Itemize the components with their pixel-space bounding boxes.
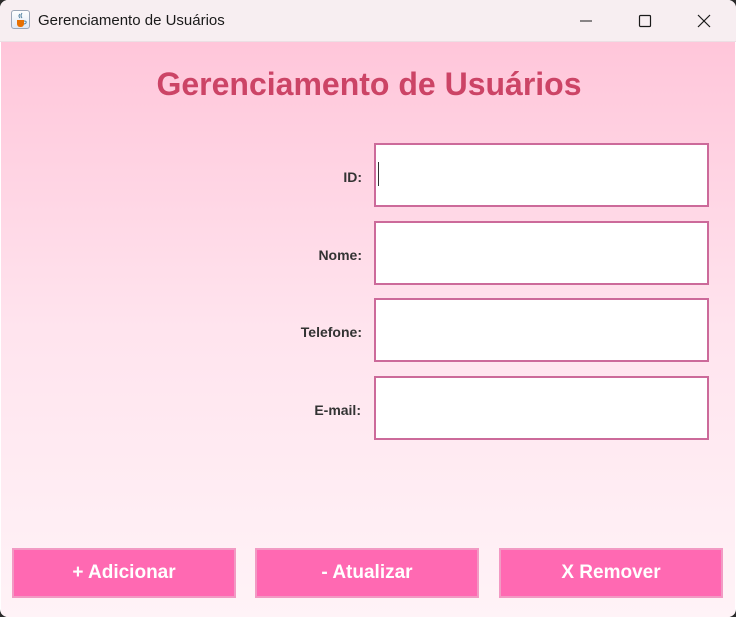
window-title: Gerenciamento de Usuários [38, 12, 225, 29]
telefone-field[interactable] [374, 298, 709, 362]
telefone-label: Telefone: [300, 324, 362, 340]
close-icon [697, 14, 711, 28]
id-field[interactable] [374, 143, 709, 207]
minimize-icon [580, 20, 592, 22]
page-title: Gerenciamento de Usuários [156, 66, 582, 102]
email-field[interactable] [374, 376, 709, 440]
email-label: E-mail: [314, 402, 361, 418]
remove-button[interactable]: X Remover [499, 548, 723, 598]
nome-field[interactable] [374, 221, 709, 285]
maximize-icon [638, 14, 652, 28]
update-button[interactable]: - Atualizar [255, 548, 479, 598]
add-button[interactable]: + Adicionar [12, 548, 236, 598]
maximize-button[interactable] [616, 0, 674, 41]
close-button[interactable] [675, 0, 733, 41]
title-bar[interactable]: Gerenciamento de Usuários [0, 0, 736, 42]
app-window: Gerenciamento de Usuários Gerenciamento … [0, 0, 736, 617]
java-cup-icon [11, 10, 30, 29]
main-panel: Gerenciamento de Usuários ID: Nome: Tele… [1, 42, 735, 617]
id-label: ID: [343, 169, 362, 185]
minimize-button[interactable] [557, 0, 615, 41]
nome-label: Nome: [318, 247, 362, 263]
text-cursor [378, 162, 379, 186]
